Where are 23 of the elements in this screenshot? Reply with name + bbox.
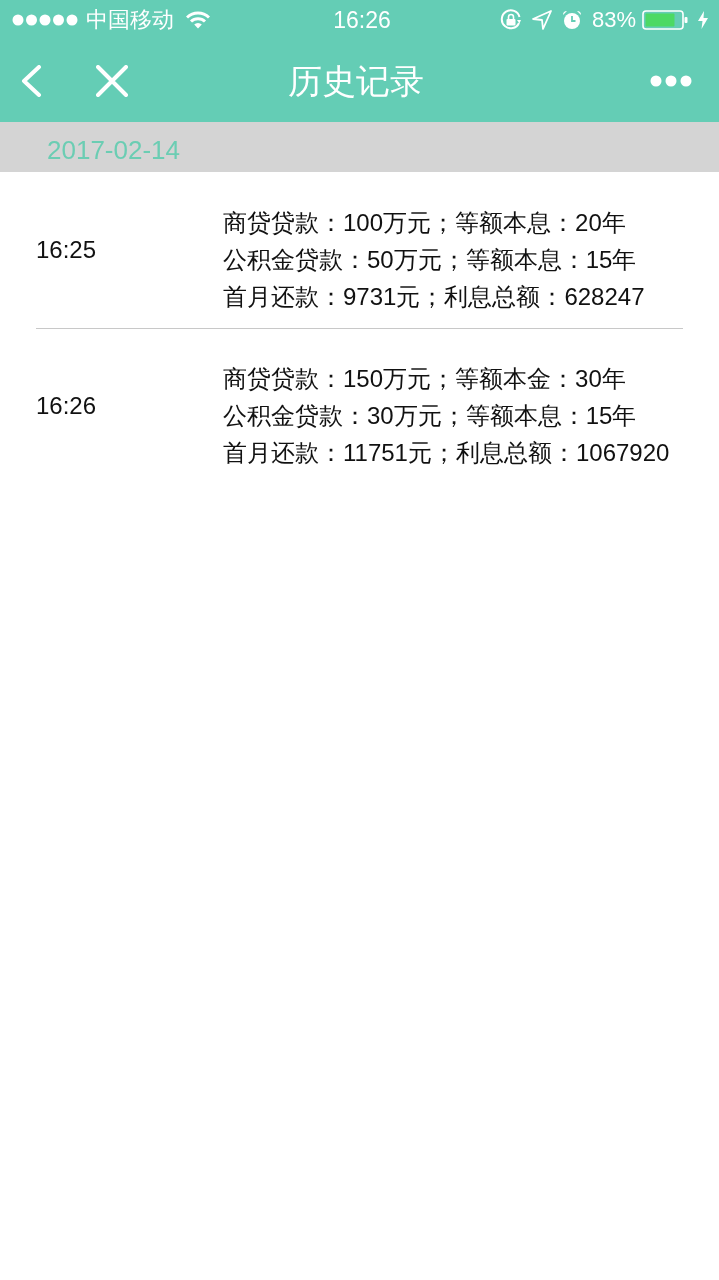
- record-time: 16:26: [36, 391, 98, 421]
- more-icon: [650, 75, 692, 87]
- alarm-clock-icon: [561, 10, 582, 30]
- date-label: 2017-02-14: [47, 135, 180, 165]
- signal-strength-icon: [12, 14, 78, 26]
- carrier-name: 中国移动: [86, 7, 174, 33]
- battery-percent: 83%: [591, 7, 636, 33]
- chevron-left-icon: [20, 65, 42, 97]
- record-detail-line: 首月还款：9731元；利息总额：628247: [223, 282, 645, 312]
- record-detail-line: 首月还款：11751元；利息总额：1067920: [223, 438, 670, 468]
- record-detail-line: 公积金贷款：30万元；等额本息：15年: [223, 401, 637, 431]
- page-title: 历史记录: [288, 61, 424, 101]
- record-detail-line: 商贷贷款：100万元；等额本息：20年: [223, 208, 626, 238]
- record-detail-line: 商贷贷款：150万元；等额本金：30年: [223, 364, 626, 394]
- status-time: 16:26: [332, 7, 391, 33]
- charging-bolt-icon: [698, 11, 708, 29]
- location-arrow-icon: [531, 10, 552, 30]
- record-time: 16:25: [36, 235, 98, 265]
- wifi-icon: [186, 11, 210, 29]
- battery-icon: [642, 10, 688, 30]
- rotation-lock-icon: [499, 9, 522, 31]
- close-icon: [96, 65, 128, 97]
- record-detail-line: 公积金贷款：50万元；等额本息：15年: [223, 245, 637, 275]
